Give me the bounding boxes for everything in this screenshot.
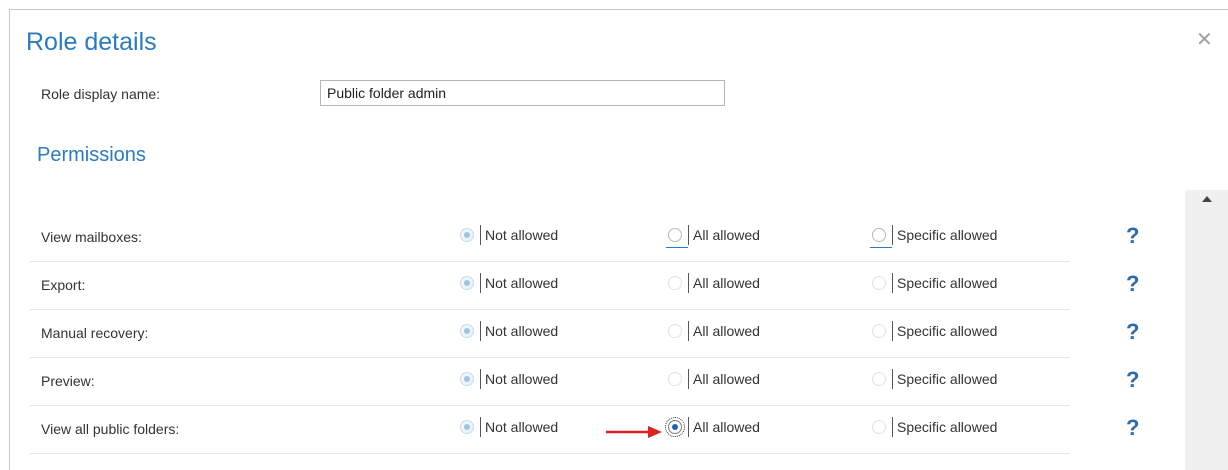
close-icon[interactable]: ✕ — [1196, 30, 1213, 50]
option-label: Specific allowed — [897, 419, 998, 435]
permission-row-view-mailboxes: View mailboxes: Not allowed All allowed … — [30, 213, 1139, 262]
radio-specific-allowed[interactable] — [872, 372, 886, 386]
radio-all-allowed[interactable] — [668, 228, 682, 242]
scroll-up-icon[interactable] — [1202, 196, 1212, 202]
permission-row-manual-recovery: Manual recovery: Not allowed All allowed… — [30, 309, 1139, 358]
permission-row-export: Export: Not allowed All allowed Specific… — [30, 261, 1139, 310]
help-icon[interactable]: ? — [1126, 319, 1139, 345]
option-label: All allowed — [693, 323, 760, 339]
scrollbar[interactable] — [1185, 190, 1228, 470]
option-specific-allowed[interactable]: Specific allowed — [872, 415, 997, 439]
option-all-allowed[interactable]: All allowed — [665, 415, 760, 439]
permission-label: Preview: — [41, 373, 95, 389]
option-label: Not allowed — [485, 227, 559, 243]
radio-all-allowed[interactable] — [668, 372, 682, 386]
option-specific-allowed[interactable]: Specific allowed — [872, 271, 997, 295]
option-label: Specific allowed — [897, 371, 998, 387]
option-label: Not allowed — [485, 323, 559, 339]
help-icon[interactable]: ? — [1126, 223, 1139, 249]
option-label: Not allowed — [485, 419, 559, 435]
radio-not-allowed[interactable] — [460, 372, 474, 386]
option-label: Specific allowed — [897, 227, 998, 243]
option-label: All allowed — [693, 371, 760, 387]
radio-specific-allowed[interactable] — [872, 324, 886, 338]
option-not-allowed[interactable]: Not allowed — [460, 223, 558, 247]
option-all-allowed[interactable]: All allowed — [668, 367, 760, 391]
option-all-allowed[interactable]: All allowed — [668, 319, 760, 343]
option-specific-allowed[interactable]: Specific allowed — [872, 367, 997, 391]
option-label: Specific allowed — [897, 323, 998, 339]
option-label: All allowed — [693, 227, 760, 243]
option-label: All allowed — [693, 275, 760, 291]
radio-specific-allowed[interactable] — [872, 276, 886, 290]
radio-all-allowed[interactable] — [668, 324, 682, 338]
permissions-title: Permissions — [37, 144, 146, 166]
permission-row-preview: Preview: Not allowed All allowed Specifi… — [30, 357, 1139, 406]
help-icon[interactable]: ? — [1126, 415, 1139, 441]
red-arrow-icon — [606, 426, 662, 438]
permission-label: Manual recovery: — [41, 325, 149, 341]
option-not-allowed[interactable]: Not allowed — [460, 415, 558, 439]
radio-specific-allowed[interactable] — [872, 420, 886, 434]
option-all-allowed[interactable]: All allowed — [666, 223, 760, 248]
help-icon[interactable]: ? — [1126, 367, 1139, 393]
radio-not-allowed[interactable] — [460, 228, 474, 242]
option-all-allowed[interactable]: All allowed — [668, 271, 760, 295]
permission-row-view-all-public-folders: View all public folders: Not allowed All… — [30, 405, 1139, 454]
option-label: Not allowed — [485, 275, 559, 291]
option-not-allowed[interactable]: Not allowed — [460, 271, 558, 295]
role-display-name-input[interactable] — [320, 80, 725, 106]
radio-specific-allowed[interactable] — [872, 228, 886, 242]
option-specific-allowed[interactable]: Specific allowed — [870, 223, 998, 248]
radio-not-allowed[interactable] — [460, 420, 474, 434]
radio-not-allowed[interactable] — [460, 324, 474, 338]
radio-all-allowed[interactable] — [665, 417, 685, 437]
permission-label: Export: — [41, 277, 86, 293]
option-label: Specific allowed — [897, 275, 998, 291]
option-not-allowed[interactable]: Not allowed — [460, 367, 558, 391]
permission-label: View all public folders: — [41, 421, 180, 437]
radio-all-allowed[interactable] — [668, 276, 682, 290]
help-icon[interactable]: ? — [1126, 271, 1139, 297]
permission-label: View mailboxes: — [41, 229, 142, 245]
option-label: All allowed — [693, 419, 760, 435]
option-label: Not allowed — [485, 371, 559, 387]
role-display-name-label: Role display name: — [41, 86, 161, 102]
radio-not-allowed[interactable] — [460, 276, 474, 290]
option-specific-allowed[interactable]: Specific allowed — [872, 319, 997, 343]
option-not-allowed[interactable]: Not allowed — [460, 319, 558, 343]
dialog-title: Role details — [26, 28, 157, 56]
